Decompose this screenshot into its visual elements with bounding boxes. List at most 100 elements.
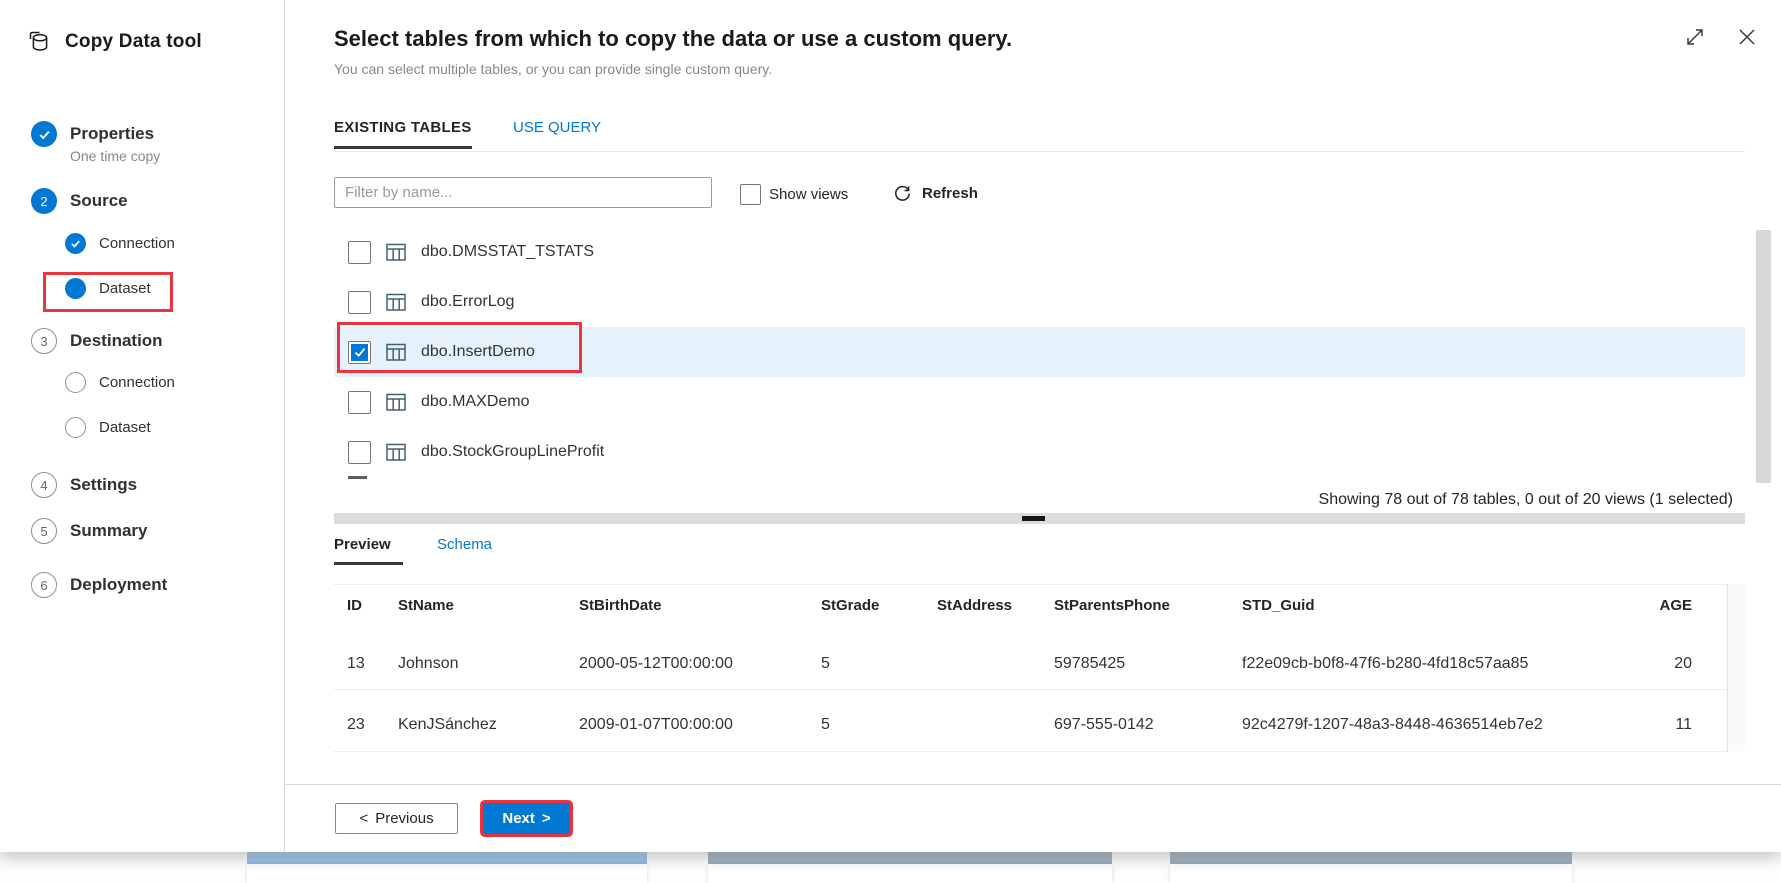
sidebar-item-label: Deployment [70,575,167,595]
checkbox-check-icon [351,344,368,361]
table-list: dbo.DMSSTAT_TSTATS dbo.ErrorLog [334,227,1745,477]
chevron-right-icon: > [542,810,551,827]
sidebar-item-properties[interactable]: Properties [31,121,154,147]
background-card-header [1170,852,1572,864]
preview-data-row: 13 Johnson 2000-05-12T00:00:00 5 5978542… [334,655,1727,674]
refresh-button[interactable]: Refresh [893,184,978,203]
cell: 13 [347,655,365,673]
preview-table-gutter [1728,584,1745,751]
cell: f22e09cb-b0f8-47f6-b280-4fd18c57aa85 [1242,655,1528,673]
sidebar-divider [284,0,285,852]
step-pending-icon [65,372,86,393]
background-card-body [1170,864,1572,883]
sidebar-item-label: Settings [70,475,137,495]
table-icon [385,341,407,363]
sidebar-item-summary[interactable]: 5 Summary [31,518,147,544]
refresh-icon [893,184,912,203]
background-card-body [708,864,1112,883]
next-button-label: Next [502,810,535,827]
column-header: StParentsPhone [1054,597,1170,614]
horizontal-scrollbar[interactable] [334,513,1745,524]
copy-data-tool-icon [25,28,52,55]
cell: 5 [821,655,830,673]
app-header: Copy Data tool [25,28,202,55]
tab-preview[interactable]: Preview [334,536,403,565]
row-checkbox[interactable] [348,441,371,464]
preview-table-top-border [334,584,1727,585]
column-header: ID [347,597,362,614]
previous-button[interactable]: < Previous [335,803,458,834]
show-views-checkbox[interactable] [740,184,761,205]
sidebar-item-label: Source [70,191,128,211]
sidebar-item-destination-dataset[interactable]: Dataset [65,417,151,438]
cell: 2000-05-12T00:00:00 [579,655,733,673]
previous-button-label: Previous [375,810,433,827]
sidebar-item-label: Connection [99,235,175,252]
background-card-body [247,864,647,883]
row-checkbox[interactable] [348,291,371,314]
tab-use-query[interactable]: USE QUERY [513,119,601,136]
sidebar-item-label: Dataset [99,280,151,297]
cell: 59785425 [1054,655,1125,673]
background-page [0,852,1781,883]
sidebar-item-settings[interactable]: 4 Settings [31,472,137,498]
step-done-check-icon [31,121,57,147]
sidebar-item-source-dataset[interactable]: Dataset [65,278,151,299]
tab-schema[interactable]: Schema [437,536,492,553]
sidebar-item-label: Destination [70,331,163,351]
cell: 92c4279f-1207-48a3-8448-4636514eb7e2 [1242,716,1543,734]
row-divider [334,751,1727,752]
table-name: dbo.DMSSTAT_TSTATS [421,243,594,261]
background-card-header [708,852,1112,864]
refresh-label: Refresh [922,185,978,202]
table-name: dbo.StockGroupLineProfit [421,443,604,461]
sidebar-item-label: Summary [70,521,147,541]
sidebar-item-source-connection[interactable]: Connection [65,233,175,254]
step-number-badge: 4 [31,472,57,498]
row-checkbox[interactable] [348,391,371,414]
cell: 11 [1675,716,1692,734]
table-icon [385,391,407,413]
show-views-label: Show views [769,186,848,203]
table-row-selected[interactable]: dbo.InsertDemo [334,327,1745,377]
next-button[interactable]: Next > [483,803,570,834]
horizontal-scrollbar-thumb[interactable] [1022,516,1045,521]
step-number-badge: 5 [31,518,57,544]
cell: 23 [347,716,365,734]
table-row[interactable]: dbo.DMSSTAT_TSTATS [334,227,1745,277]
vertical-scrollbar[interactable] [1756,230,1771,483]
sidebar-item-deployment[interactable]: 6 Deployment [31,572,167,598]
table-row[interactable]: dbo.StockGroupLineProfit [334,427,1745,477]
row-checkbox[interactable] [348,241,371,264]
preview-table-header: ID StName StBirthDate StGrade StAddress … [334,597,1727,616]
close-icon[interactable] [1736,26,1758,48]
sidebar-item-destination[interactable]: 3 Destination [31,328,163,354]
app-title: Copy Data tool [65,31,202,53]
filter-input[interactable] [334,177,712,208]
properties-sublabel: One time copy [70,148,160,164]
step-number-badge: 2 [31,188,57,214]
cell: KenJSánchez [398,716,497,734]
row-checkbox-checked[interactable] [348,341,371,364]
status-text: Showing 78 out of 78 tables, 0 out of 20… [1319,491,1733,509]
table-row[interactable]: dbo.ErrorLog [334,277,1745,327]
page-title: Select tables from which to copy the dat… [334,26,1012,52]
table-row[interactable]: dbo.MAXDemo [334,377,1745,427]
copy-data-tool-dialog: Copy Data tool Properties One time copy … [0,0,1781,852]
preview-table-right-border [1727,584,1728,752]
cell: 20 [1674,655,1692,673]
row-divider [334,689,1727,690]
column-header: StName [398,597,454,614]
expand-icon[interactable] [1684,26,1706,48]
sidebar-item-label: Properties [70,124,154,144]
sidebar-item-source[interactable]: 2 Source [31,188,128,214]
table-name: dbo.InsertDemo [421,343,535,361]
tab-existing-tables[interactable]: EXISTING TABLES [334,119,472,149]
preview-data-row: 23 KenJSánchez 2009-01-07T00:00:00 5 697… [334,716,1727,735]
sidebar-item-destination-connection[interactable]: Connection [65,372,175,393]
step-number-badge: 3 [31,328,57,354]
sidebar-item-label: Dataset [99,419,151,436]
table-icon [385,241,407,263]
page-subtitle: You can select multiple tables, or you c… [334,61,772,77]
column-header: StAddress [937,597,1012,614]
